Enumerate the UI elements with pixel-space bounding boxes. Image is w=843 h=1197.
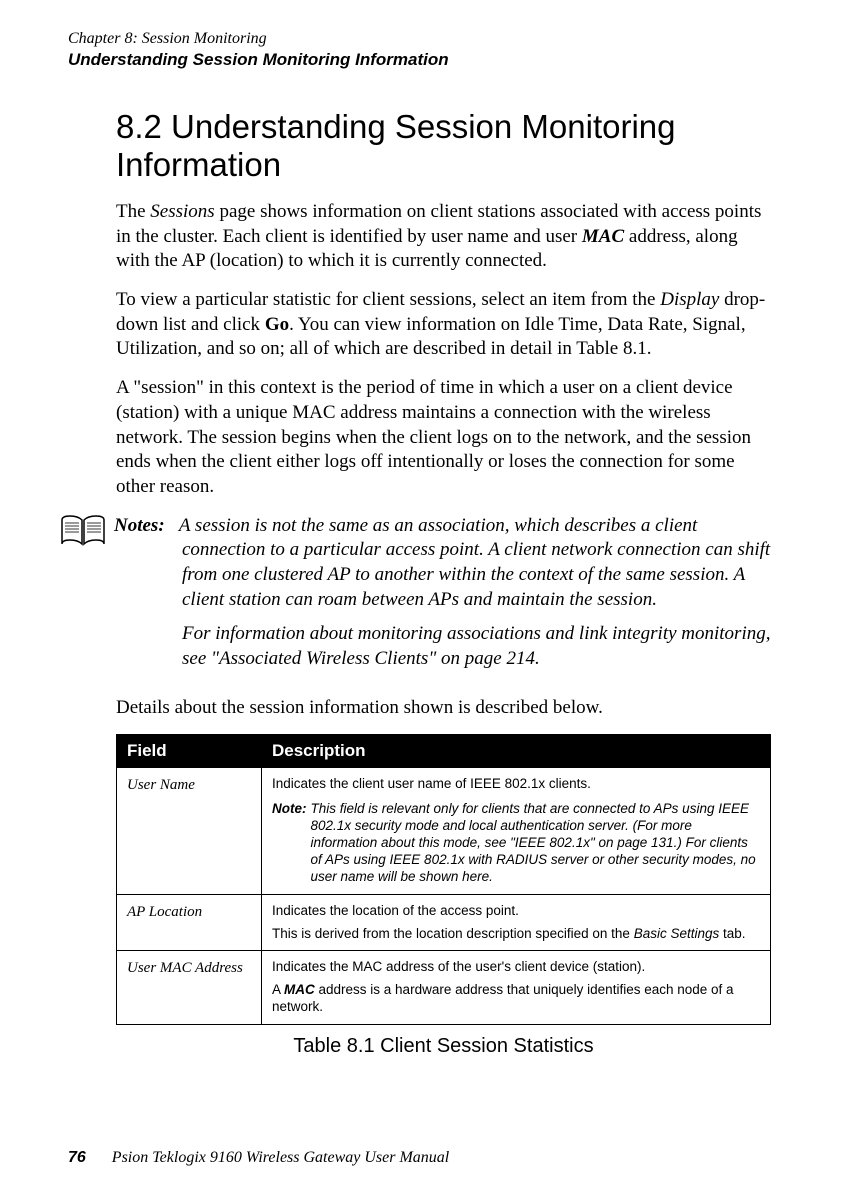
desc-main-text: Indicates the client user name of IEEE 8…	[272, 776, 760, 793]
desc-line: Indicates the MAC address of the user's …	[272, 959, 760, 976]
text-fragment: The	[116, 201, 150, 222]
desc-cell: Indicates the client user name of IEEE 8…	[262, 768, 771, 894]
desc-cell: Indicates the MAC address of the user's …	[262, 951, 771, 1025]
basic-settings-italic: Basic Settings	[634, 926, 720, 941]
desc-line: This is derived from the location descri…	[272, 926, 760, 943]
mac-bold: MAC	[582, 226, 624, 247]
notes-text-1: Notes: A session is not the same as an a…	[182, 514, 771, 613]
paragraph-3: A "session" in this context is the perio…	[116, 376, 771, 499]
session-statistics-table: Field Description User Name Indicates th…	[116, 734, 771, 1025]
main-content: 8.2 Understanding Session Monitoring Inf…	[116, 108, 771, 1058]
cell-note: Note: This field is relevant only for cl…	[272, 801, 760, 885]
note-label: Note:	[272, 801, 307, 885]
field-cell: User Name	[117, 768, 262, 894]
text-fragment: tab.	[719, 926, 745, 941]
text-fragment: To view a particular statistic for clien…	[116, 289, 660, 310]
field-cell: User MAC Address	[117, 951, 262, 1025]
desc-cell: Indicates the location of the access poi…	[262, 894, 771, 951]
table-header-row: Field Description	[117, 735, 771, 768]
note-body: This field is relevant only for clients …	[311, 801, 761, 885]
sessions-italic: Sessions	[150, 201, 214, 222]
table-header-description: Description	[262, 735, 771, 768]
text-fragment: This is derived from the location descri…	[272, 926, 634, 941]
desc-line: Indicates the location of the access poi…	[272, 903, 760, 920]
text-fragment: address is a hardware address that uniqu…	[272, 982, 734, 1014]
section-heading: 8.2 Understanding Session Monitoring Inf…	[116, 108, 771, 184]
table-row: User Name Indicates the client user name…	[117, 768, 771, 894]
table-row: AP Location Indicates the location of th…	[117, 894, 771, 951]
notes-text-content: A session is not the same as an associat…	[179, 515, 770, 610]
paragraph-2: To view a particular statistic for clien…	[116, 288, 771, 362]
go-bold: Go	[265, 314, 289, 335]
desc-line: A MAC address is a hardware address that…	[272, 982, 760, 1016]
open-book-icon	[60, 514, 106, 548]
notes-text-2: For information about monitoring associa…	[182, 622, 771, 671]
notes-body: Notes: A session is not the same as an a…	[114, 514, 771, 686]
display-italic: Display	[660, 289, 719, 310]
table-row: User MAC Address Indicates the MAC addre…	[117, 951, 771, 1025]
table-header-field: Field	[117, 735, 262, 768]
notes-block: Notes: A session is not the same as an a…	[116, 514, 771, 686]
header-section-title: Understanding Session Monitoring Informa…	[68, 50, 771, 70]
page-number: 76	[68, 1149, 86, 1166]
page-footer: 76 Psion Teklogix 9160 Wireless Gateway …	[68, 1149, 449, 1167]
notes-label: Notes:	[114, 515, 165, 536]
page-header: Chapter 8: Session Monitoring Understand…	[68, 30, 771, 70]
text-fragment: A	[272, 982, 284, 997]
header-chapter: Chapter 8: Session Monitoring	[68, 30, 771, 48]
footer-text: Psion Teklogix 9160 Wireless Gateway Use…	[112, 1149, 449, 1166]
mac-bold: MAC	[284, 982, 315, 997]
table-caption: Table 8.1 Client Session Statistics	[116, 1035, 771, 1058]
paragraph-4: Details about the session information sh…	[116, 696, 771, 721]
paragraph-1: The Sessions page shows information on c…	[116, 200, 771, 274]
field-cell: AP Location	[117, 894, 262, 951]
